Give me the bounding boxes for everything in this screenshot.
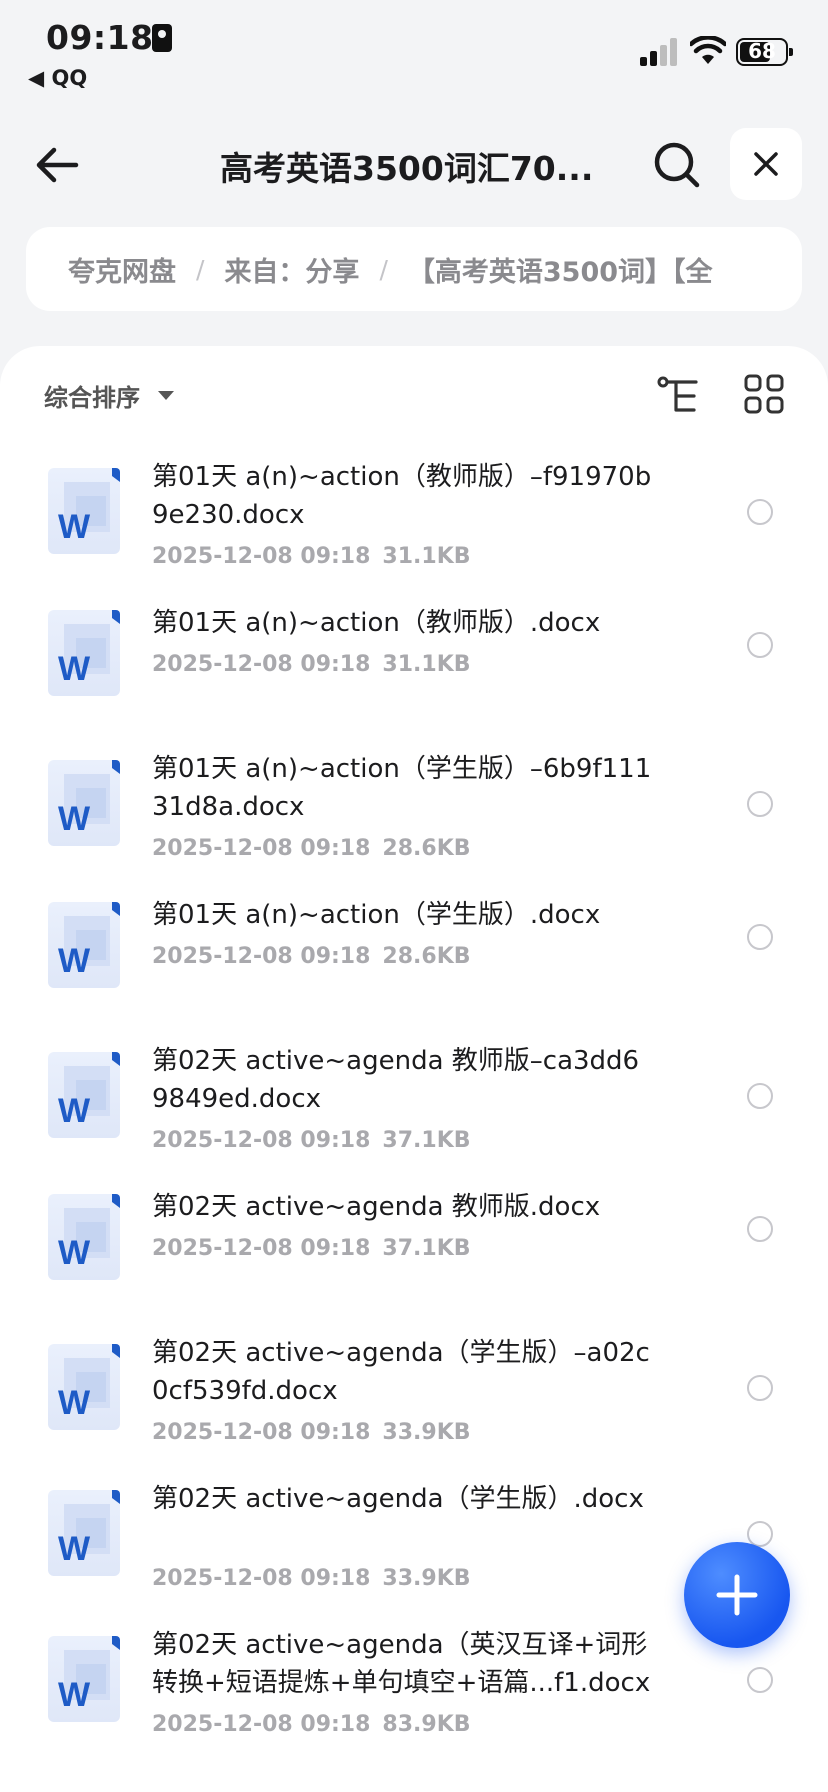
status-time: 09:18 [46, 18, 154, 57]
word-document-icon: W [48, 1490, 120, 1576]
file-date: 2025-12-08 09:18 [152, 1236, 371, 1261]
breadcrumb-separator: / [379, 254, 388, 284]
file-date: 2025-12-08 09:18 [152, 652, 371, 677]
file-size: 31.1KB [382, 544, 471, 569]
breadcrumb-item-folder[interactable]: 【高考英语3500词】【全 [408, 250, 713, 289]
breadcrumb-item-share[interactable]: 来自：分享 [224, 250, 359, 289]
word-document-icon: W [48, 610, 120, 696]
svg-text:W: W [58, 1092, 91, 1130]
breadcrumb-separator: / [196, 254, 205, 284]
file-name: 第02天 active~agenda（学生版）.docx [152, 1484, 644, 1514]
file-date: 2025-12-08 09:18 [152, 944, 371, 969]
svg-text:W: W [58, 650, 91, 688]
wifi-icon [690, 36, 726, 64]
file-name: 第02天 active~agenda 教师版–ca3dd69849ed.docx [152, 1046, 640, 1114]
svg-text:W: W [58, 1234, 91, 1272]
close-icon [754, 152, 778, 176]
select-radio[interactable] [747, 1216, 773, 1242]
file-date: 2025-12-08 09:18 [152, 1712, 371, 1737]
svg-text:W: W [58, 942, 91, 980]
battery-icon: 68 [736, 38, 793, 66]
file-name: 第01天 a(n)~action（教师版）.docx [152, 608, 601, 638]
svg-text:W: W [58, 1530, 91, 1568]
file-meta: 2025-12-08 09:18 37.1KB [152, 1128, 471, 1153]
sort-label: 综合排序 [44, 384, 140, 412]
file-meta: 2025-12-08 09:18 83.9KB [152, 1712, 471, 1737]
select-radio[interactable] [747, 1667, 773, 1693]
select-radio[interactable] [747, 632, 773, 658]
file-name: 第02天 active~agenda 教师版.docx [152, 1192, 601, 1222]
file-name: 第01天 a(n)~action（教师版）–f91970b9e230.docx [152, 462, 652, 530]
word-document-icon: W [48, 1636, 120, 1722]
select-radio[interactable] [747, 1083, 773, 1109]
file-size: 37.1KB [382, 1128, 471, 1153]
file-meta: 2025-12-08 09:18 31.1KB [152, 652, 471, 677]
file-name: 第01天 a(n)~action（学生版）.docx [152, 900, 601, 930]
svg-text:W: W [58, 508, 91, 546]
file-size: 28.6KB [382, 836, 471, 861]
file-size: 83.9KB [382, 1712, 471, 1737]
file-name: 第02天 active~agenda（英汉互译+词形转换+短语提炼+单句填空+语… [152, 1630, 651, 1698]
file-size: 33.9KB [382, 1420, 471, 1445]
add-button[interactable] [684, 1542, 790, 1648]
sim-icon [152, 24, 172, 52]
sort-dropdown[interactable]: 综合排序 [44, 378, 174, 413]
file-size: 37.1KB [382, 1236, 471, 1261]
header: 高考英语3500词汇70... [0, 120, 828, 210]
status-bar: 09:18 ◀ QQ 68 [0, 0, 828, 100]
file-meta: 2025-12-08 09:18 28.6KB [152, 836, 471, 861]
file-name: 第02天 active~agenda（学生版）–a02c0cf539fd.doc… [152, 1338, 650, 1406]
tree-view-icon[interactable] [656, 374, 700, 418]
file-date: 2025-12-08 09:18 [152, 544, 371, 569]
svg-text:W: W [58, 1676, 91, 1714]
file-meta: 2025-12-08 09:18 31.1KB [152, 544, 471, 569]
close-button[interactable] [730, 128, 802, 200]
select-radio[interactable] [747, 924, 773, 950]
back-to-app-link[interactable]: ◀ QQ [28, 66, 87, 90]
file-date: 2025-12-08 09:18 [152, 1420, 371, 1445]
select-radio[interactable] [747, 1375, 773, 1401]
word-document-icon: W [48, 760, 120, 846]
file-date: 2025-12-08 09:18 [152, 1566, 371, 1591]
svg-text:W: W [58, 800, 91, 838]
word-document-icon: W [48, 1344, 120, 1430]
cellular-signal-icon [640, 38, 680, 66]
search-icon[interactable] [652, 140, 702, 190]
word-document-icon: W [48, 468, 120, 554]
file-meta: 2025-12-08 09:18 28.6KB [152, 944, 471, 969]
file-name: 第01天 a(n)~action（学生版）–6b9f11131d8a.docx [152, 754, 652, 822]
svg-text:W: W [58, 1384, 91, 1422]
file-meta: 2025-12-08 09:18 37.1KB [152, 1236, 471, 1261]
grid-view-icon[interactable] [744, 374, 784, 414]
word-document-icon: W [48, 1194, 120, 1280]
file-meta: 2025-12-08 09:18 33.9KB [152, 1420, 471, 1445]
page-title: 高考英语3500词汇70... [220, 149, 594, 188]
select-radio[interactable] [747, 499, 773, 525]
file-size: 28.6KB [382, 944, 471, 969]
plus-icon [716, 1574, 758, 1616]
breadcrumb: 夸克网盘 / 来自：分享 / 【高考英语3500词】【全 [26, 227, 802, 311]
file-size: 33.9KB [382, 1566, 471, 1591]
word-document-icon: W [48, 1052, 120, 1138]
breadcrumb-item-root[interactable]: 夸克网盘 [68, 250, 176, 289]
file-date: 2025-12-08 09:18 [152, 836, 371, 861]
battery-level: 68 [748, 39, 776, 63]
back-arrow-icon[interactable] [30, 140, 84, 190]
file-meta: 2025-12-08 09:18 33.9KB [152, 1566, 471, 1591]
file-date: 2025-12-08 09:18 [152, 1128, 371, 1153]
select-radio[interactable] [747, 791, 773, 817]
file-size: 31.1KB [382, 652, 471, 677]
caret-down-icon [158, 391, 174, 400]
word-document-icon: W [48, 902, 120, 988]
